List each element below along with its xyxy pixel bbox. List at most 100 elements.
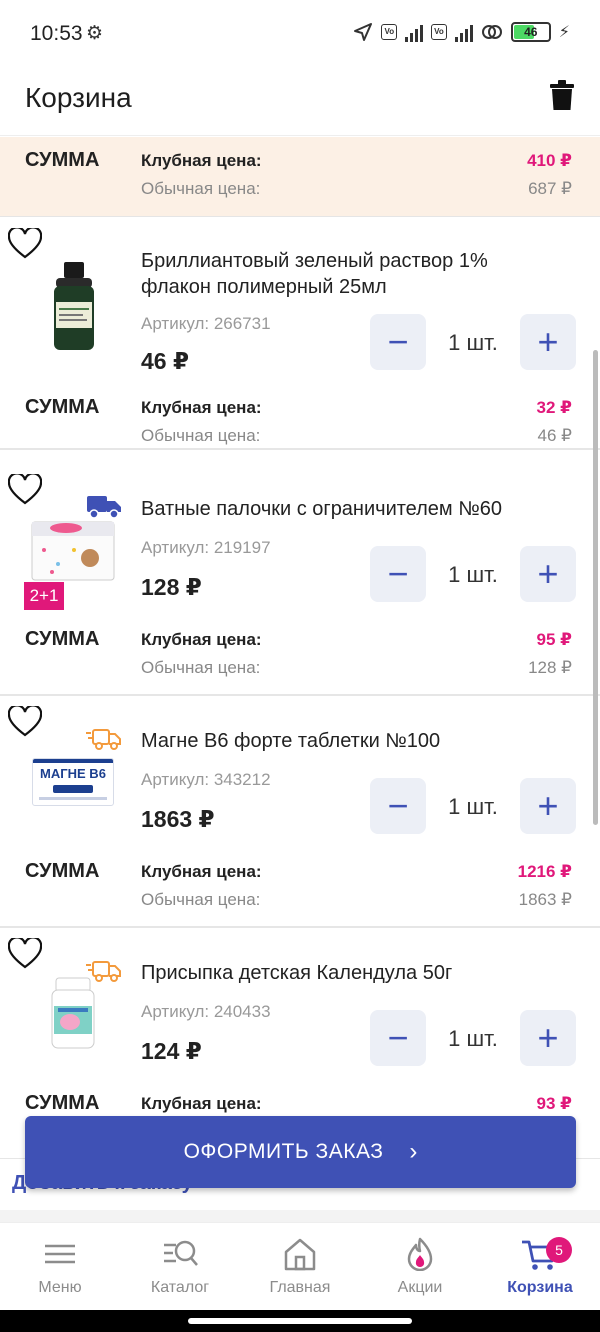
checkout-label: ОФОРМИТЬ ЗАКАЗ: [183, 1140, 384, 1163]
product-price: 1863 ₽: [141, 806, 215, 832]
heart-icon[interactable]: [8, 228, 42, 260]
sum-label: СУММА: [25, 396, 100, 418]
club-price-label: Клубная цена:: [141, 398, 262, 417]
product-image[interactable]: МАГНЕ В6: [32, 758, 114, 806]
increase-qty-button[interactable]: +: [520, 314, 576, 370]
product-article: Артикул: 240433: [141, 1002, 271, 1021]
minus-icon: −: [387, 785, 409, 826]
quantity-value: 1 шт.: [448, 1026, 498, 1051]
product-price: 128 ₽: [141, 574, 202, 600]
decrease-qty-button[interactable]: −: [370, 1010, 426, 1066]
sum-label: СУММА: [25, 149, 100, 171]
product-image[interactable]: [30, 514, 116, 584]
nav-item-promotions[interactable]: Акции: [360, 1223, 480, 1311]
sum-label: СУММА: [25, 1092, 100, 1114]
plus-icon: +: [537, 1017, 559, 1058]
nav-label: Меню: [38, 1279, 82, 1296]
sum-label: СУММА: [25, 860, 100, 882]
trash-icon[interactable]: [550, 80, 574, 110]
signal-icon: [405, 22, 424, 42]
volte-icon-2: Vo: [431, 24, 447, 40]
nav-item-catalog[interactable]: Каталог: [120, 1223, 240, 1311]
nav-item-home[interactable]: Главная: [240, 1223, 360, 1311]
catalog-search-icon: [164, 1240, 198, 1266]
nav-label: Главная: [269, 1279, 331, 1296]
battery-level: 46: [524, 25, 538, 39]
plus-icon: +: [537, 785, 559, 826]
cart-item: Бриллиантовый зеленый раствор 1% флакон …: [0, 218, 600, 450]
header: Корзина: [0, 68, 600, 136]
flame-icon: [407, 1237, 433, 1271]
product-price: 46 ₽: [141, 348, 189, 374]
product-title[interactable]: Магне B6 форте таблетки №100: [141, 728, 551, 754]
product-image[interactable]: [32, 258, 116, 358]
quantity-value: 1 шт.: [448, 330, 498, 355]
nav-label: Каталог: [150, 1279, 210, 1296]
product-title[interactable]: Ватные палочки с ограничителем №60: [141, 496, 551, 522]
nav-item-cart[interactable]: 5 Корзина: [480, 1223, 600, 1311]
quantity-value: 1 шт.: [448, 794, 498, 819]
club-price-label: Клубная цена:: [141, 630, 262, 649]
product-article: Артикул: 219197: [141, 538, 271, 557]
heart-icon[interactable]: [8, 706, 42, 738]
regular-price-label: Обычная цена:: [141, 426, 261, 445]
total-sum-row: СУММА Клубная цена: 410 ₽ Обычная цена: …: [0, 149, 600, 209]
product-price: 124 ₽: [141, 1038, 202, 1064]
regular-price-value: 128 ₽: [528, 658, 572, 677]
club-price-label: Клубная цена:: [141, 151, 262, 170]
status-icons: Vo Vo 46 ⚡: [353, 22, 570, 42]
minus-icon: −: [387, 1017, 409, 1058]
heart-icon[interactable]: [8, 474, 42, 506]
regular-price-value: 46 ₽: [537, 426, 572, 445]
cart-count-badge: 5: [546, 1237, 572, 1263]
nav-label: Акции: [397, 1279, 443, 1296]
product-title[interactable]: Присыпка детская Календула 50г: [141, 960, 551, 986]
decrease-qty-button[interactable]: −: [370, 778, 426, 834]
heart-icon[interactable]: [8, 938, 42, 970]
decrease-qty-button[interactable]: −: [370, 314, 426, 370]
regular-price-label: Обычная цена:: [141, 890, 261, 909]
regular-price-value: 1863 ₽: [518, 890, 572, 909]
increase-qty-button[interactable]: +: [520, 778, 576, 834]
quantity-value: 1 шт.: [448, 562, 498, 587]
club-price-value: 32 ₽: [536, 398, 572, 417]
package-brand-text: МАГНЕ В6: [40, 766, 106, 781]
item-sum-row: СУММА Клубная цена: 95 ₽ Обычная цена: 1…: [0, 628, 600, 688]
club-price-value: 410 ₽: [527, 151, 572, 170]
product-article: Артикул: 266731: [141, 314, 271, 333]
plus-icon: +: [537, 321, 559, 362]
home-icon: [284, 1238, 316, 1271]
signal-4g-icon: [454, 22, 473, 42]
product-image[interactable]: [48, 976, 98, 1050]
scrollbar[interactable]: [593, 350, 598, 825]
increase-qty-button[interactable]: +: [520, 1010, 576, 1066]
club-price-label: Клубная цена:: [141, 1094, 262, 1113]
delivery-truck-icon: [86, 961, 121, 982]
minus-icon: −: [387, 553, 409, 594]
promo-badge: 2+1: [24, 582, 64, 610]
cart-item: МАГНЕ В6 Магне B6 форте таблетки №100 Ар…: [0, 696, 600, 928]
location-arrow-icon: [354, 23, 373, 41]
charging-icon: ⚡: [558, 24, 570, 41]
settings-gear-icon: ⚙: [86, 23, 104, 44]
nav-item-menu[interactable]: Меню: [0, 1223, 120, 1311]
delivery-truck-icon: [87, 496, 121, 519]
product-title[interactable]: Бриллиантовый зеленый раствор 1% флакон …: [141, 248, 551, 300]
minus-icon: −: [387, 321, 409, 362]
home-gesture-pill[interactable]: [188, 1318, 412, 1324]
status-bar: 10:53 ⚙ Vo Vo 46 ⚡: [0, 0, 600, 68]
hotspot-link-icon: [481, 25, 502, 39]
chevron-right-icon: ›: [409, 1138, 418, 1165]
decrease-qty-button[interactable]: −: [370, 546, 426, 602]
regular-price-label: Обычная цена:: [141, 179, 261, 198]
plus-icon: +: [537, 553, 559, 594]
volte-icon: Vo: [381, 24, 398, 40]
regular-price-value: 687 ₽: [528, 179, 572, 198]
increase-qty-button[interactable]: +: [520, 546, 576, 602]
regular-price-label: Обычная цена:: [141, 658, 261, 677]
checkout-button[interactable]: ОФОРМИТЬ ЗАКАЗ ›: [25, 1116, 576, 1188]
bottom-nav: Меню Каталог Главная Акции 5 Корзина: [0, 1222, 600, 1310]
cart-item: 2+1 Ватные палочки с ограничителем №60 А…: [0, 464, 600, 696]
club-price-label: Клубная цена:: [141, 862, 262, 881]
product-article: Артикул: 343212: [141, 770, 271, 789]
